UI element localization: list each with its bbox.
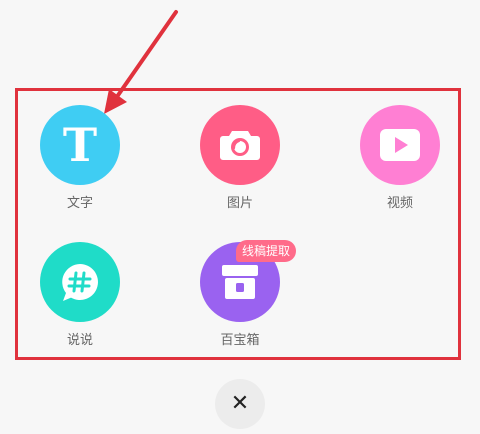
treasure-box-label: 百宝箱 bbox=[220, 333, 260, 348]
close-icon: ✕ bbox=[230, 391, 250, 416]
publish-post-button[interactable]: 说说 bbox=[30, 242, 130, 350]
publish-video-button[interactable]: 视频 bbox=[350, 105, 450, 213]
line-extract-badge: 线稿提取 bbox=[236, 240, 297, 262]
publish-video-label: 视频 bbox=[386, 196, 413, 211]
publish-image-label: 图片 bbox=[226, 196, 253, 211]
hashtag-chat-icon bbox=[40, 242, 120, 322]
treasure-box-button[interactable]: 线稿提取 百宝箱 bbox=[190, 240, 297, 350]
publish-text-button[interactable]: T 文字 bbox=[30, 105, 130, 213]
publish-image-button[interactable]: 图片 bbox=[190, 105, 290, 213]
publish-text-label: 文字 bbox=[66, 196, 93, 211]
close-button[interactable]: ✕ bbox=[215, 379, 265, 429]
camera-icon bbox=[200, 105, 280, 185]
publish-post-label: 说说 bbox=[66, 333, 93, 348]
text-icon: T bbox=[40, 105, 120, 185]
video-play-icon bbox=[360, 105, 440, 185]
